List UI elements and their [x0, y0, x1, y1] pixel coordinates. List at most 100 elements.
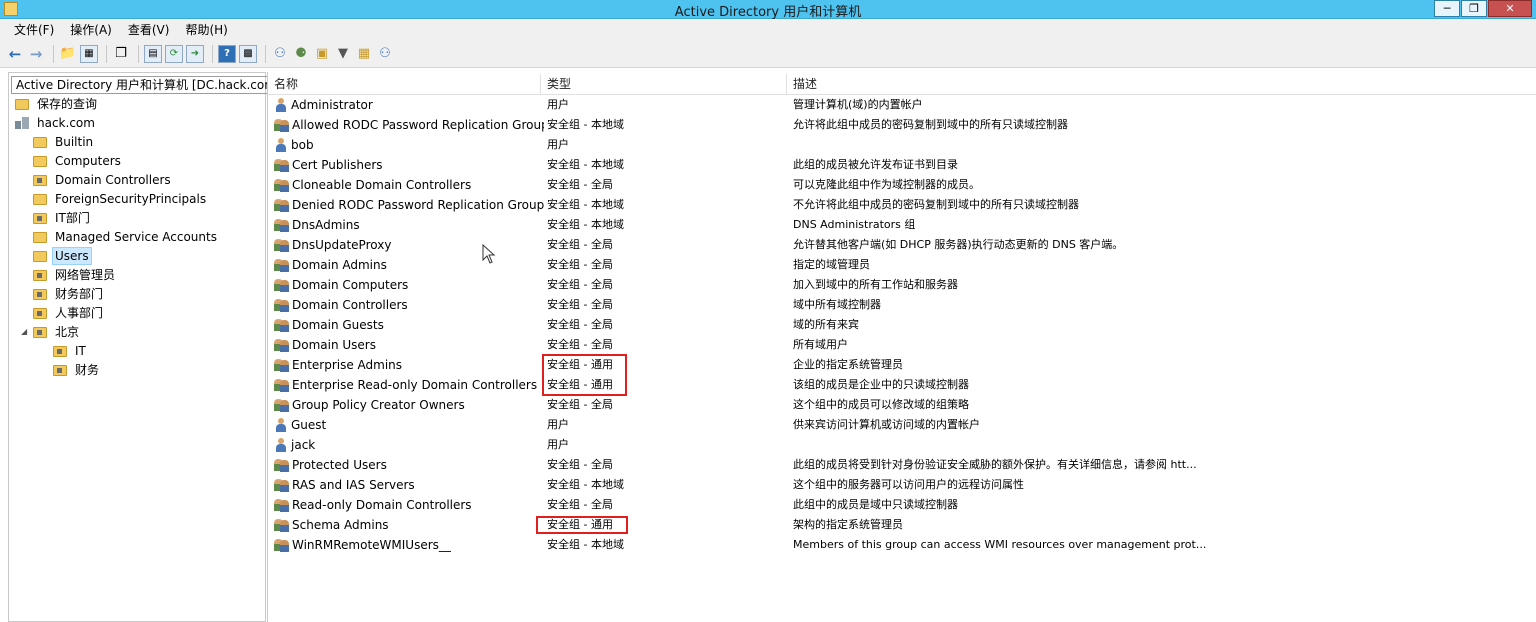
table-row[interactable]: DnsUpdateProxy 安全组 - 全局 允许替其他客户端(如 DHCP 服务…	[268, 235, 1536, 255]
menu-help[interactable]: 帮助(H)	[177, 21, 235, 38]
table-row[interactable]: Domain Guests 安全组 - 全局 域的所有来宾	[268, 315, 1536, 335]
tree-item-saved-queries[interactable]: 保存的查询	[15, 95, 100, 113]
export-list-icon[interactable]: ➜	[186, 44, 204, 63]
cell-description: 这个组中的服务器可以访问用户的远程访问属性	[793, 478, 1024, 491]
table-row[interactable]: Schema Admins 安全组 - 通用 架构的指定系统管理员	[268, 515, 1536, 535]
tree-item-computers[interactable]: Computers	[33, 152, 124, 170]
table-row[interactable]: Domain Users 安全组 - 全局 所有域用户	[268, 335, 1536, 355]
table-row[interactable]: Cert Publishers 安全组 - 本地域 此组的成员被允许发布证书到目录	[268, 155, 1536, 175]
table-row[interactable]: Domain Computers 安全组 - 全局 加入到域中的所有工作站和服务器	[268, 275, 1536, 295]
table-row[interactable]: Guest 用户 供来宾访问计算机或访问域的内置帐户	[268, 415, 1536, 435]
add-to-group-icon[interactable]: ▦	[355, 45, 373, 63]
table-row[interactable]: Enterprise Admins 安全组 - 通用 企业的指定系统管理员	[268, 355, 1536, 375]
row-name: Domain Guests	[292, 318, 384, 332]
group-icon	[274, 218, 289, 232]
menu-view[interactable]: 查看(V)	[120, 21, 178, 38]
cell-name: RAS and IAS Servers	[274, 475, 544, 495]
find-user-icon[interactable]: ⚇	[376, 45, 394, 63]
cell-description: 域中所有域控制器	[793, 298, 881, 311]
group-icon	[274, 258, 289, 272]
properties-icon[interactable]: ▤	[144, 44, 162, 63]
cell-name: Domain Computers	[274, 275, 544, 295]
table-row[interactable]: Domain Admins 安全组 - 全局 指定的域管理员	[268, 255, 1536, 275]
column-header-name[interactable]: 名称	[268, 74, 541, 94]
cell-description: 该组的成员是企业中的只读域控制器	[793, 378, 969, 391]
table-row[interactable]: Enterprise Read-only Domain Controllers 安…	[268, 375, 1536, 395]
cell-name: Domain Guests	[274, 315, 544, 335]
tree-item-users[interactable]: Users	[33, 247, 92, 265]
restore-icon[interactable]: ❐	[1461, 0, 1487, 17]
tree-item-beijing-it[interactable]: IT	[53, 342, 89, 360]
cell-type: 安全组 - 本地域	[547, 538, 624, 551]
tree-item-domain[interactable]: hack.com	[15, 114, 98, 132]
new-group-icon[interactable]: ⚈	[292, 45, 310, 63]
menu-bar: 文件(F) 操作(A) 查看(V) 帮助(H)	[0, 19, 1536, 40]
table-row[interactable]: Group Policy Creator Owners 安全组 - 全局 这个组中的…	[268, 395, 1536, 415]
group-icon	[274, 278, 289, 292]
tree-item-finance-dept[interactable]: 财务部门	[33, 285, 106, 303]
row-name: Enterprise Read-only Domain Controllers	[292, 378, 538, 392]
toolbar-separator	[138, 44, 139, 63]
domain-icon	[15, 117, 29, 129]
table-row[interactable]: Read-only Domain Controllers 安全组 - 全局 此组中的…	[268, 495, 1536, 515]
row-name: Group Policy Creator Owners	[292, 398, 465, 412]
cell-description: 这个组中的成员可以修改域的组策略	[793, 398, 969, 411]
table-row[interactable]: jack 用户	[268, 435, 1536, 455]
table-row[interactable]: Denied RODC Password Replication Group 安全…	[268, 195, 1536, 215]
table-row[interactable]: Administrator 用户 管理计算机(域)的内置帐户	[268, 95, 1536, 115]
show-tree-icon[interactable]: ▦	[80, 44, 98, 63]
tree-item-managed-service-accounts[interactable]: Managed Service Accounts	[33, 228, 220, 246]
back-arrow-icon[interactable]: ←	[6, 45, 24, 63]
ou-folder-icon	[33, 174, 47, 186]
table-row[interactable]: Cloneable Domain Controllers 安全组 - 全局 可以克隆…	[268, 175, 1536, 195]
tree-label: Domain Controllers	[55, 173, 171, 187]
close-icon[interactable]: ✕	[1488, 0, 1532, 17]
row-name: DnsAdmins	[292, 218, 360, 232]
tree-label: IT部门	[55, 211, 90, 225]
row-name: Administrator	[291, 98, 373, 112]
tree-root[interactable]: Active Directory 用户和计算机 [DC.hack.com]	[11, 76, 286, 94]
help-icon[interactable]: ?	[218, 44, 236, 63]
table-row[interactable]: DnsAdmins 安全组 - 本地域 DNS Administrators 组	[268, 215, 1536, 235]
up-folder-icon[interactable]: 📁	[59, 45, 77, 63]
cell-description: 此组中的成员是域中只读域控制器	[793, 498, 958, 511]
mouse-cursor-icon	[482, 244, 496, 264]
new-ou-icon[interactable]: ▣	[313, 45, 331, 63]
menu-action[interactable]: 操作(A)	[62, 21, 120, 38]
table-row[interactable]: WinRMRemoteWMIUsers__ 安全组 - 本地域 Members of…	[268, 535, 1536, 555]
table-row[interactable]: Protected Users 安全组 - 全局 此组的成员将受到针对身份验证安全威…	[268, 455, 1536, 475]
console-icon[interactable]: ▩	[239, 44, 257, 63]
table-row[interactable]: bob 用户	[268, 135, 1536, 155]
cell-type: 用户	[547, 418, 569, 431]
tree-item-it-dept[interactable]: IT部门	[33, 209, 93, 227]
ou-folder-icon	[33, 326, 47, 338]
minimize-icon[interactable]: ─	[1434, 0, 1460, 17]
toolbar-separator	[106, 44, 107, 63]
tree-item-network-admins[interactable]: 网络管理员	[33, 266, 118, 284]
filter-icon[interactable]: ▼	[334, 45, 352, 63]
cell-type: 安全组 - 全局	[547, 498, 613, 511]
table-row[interactable]: RAS and IAS Servers 安全组 - 本地域 这个组中的服务器可以访问…	[268, 475, 1536, 495]
tree-item-beijing[interactable]: ◢ 北京	[21, 323, 82, 341]
refresh-icon[interactable]: ⟳	[165, 44, 183, 63]
tree-item-domain-controllers[interactable]: Domain Controllers	[33, 171, 174, 189]
table-row[interactable]: Domain Controllers 安全组 - 全局 域中所有域控制器	[268, 295, 1536, 315]
cell-name: Cloneable Domain Controllers	[274, 175, 544, 195]
collapse-arrow-icon[interactable]: ◢	[21, 323, 31, 341]
forward-arrow-icon[interactable]: →	[27, 45, 45, 63]
title-bar: Active Directory 用户和计算机 ─ ❐ ✕	[0, 0, 1536, 20]
table-row[interactable]: Allowed RODC Password Replication Group 安…	[268, 115, 1536, 135]
tree-item-beijing-finance[interactable]: 财务	[53, 361, 102, 379]
copy-icon[interactable]: ❐	[112, 45, 130, 63]
results-list: 名称 类型 描述 Administrator 用户 管理计算机(域)的内置帐户 All…	[267, 72, 1536, 622]
cell-description: 允许替其他客户端(如 DHCP 服务器)执行动态更新的 DNS 客户端。	[793, 238, 1124, 251]
column-header-type[interactable]: 类型	[541, 74, 787, 94]
column-header-description[interactable]: 描述	[787, 74, 1536, 94]
ou-folder-icon	[33, 288, 47, 300]
new-user-icon[interactable]: ⚇	[271, 45, 289, 63]
menu-file[interactable]: 文件(F)	[6, 21, 62, 38]
tree-item-foreign-security-principals[interactable]: ForeignSecurityPrincipals	[33, 190, 209, 208]
tree-item-builtin[interactable]: Builtin	[33, 133, 96, 151]
tree-item-hr-dept[interactable]: 人事部门	[33, 304, 106, 322]
group-icon	[274, 458, 289, 472]
